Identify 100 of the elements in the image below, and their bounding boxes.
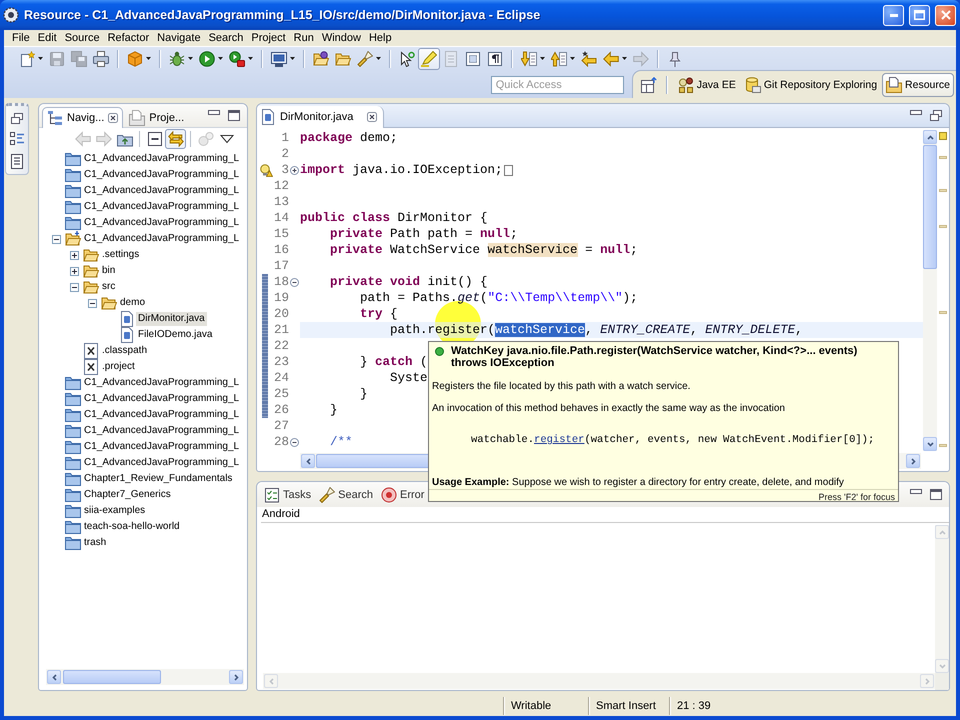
tree-item[interactable]: C1_AdvancedJavaProgramming_L (82, 440, 242, 454)
caret-icon (188, 57, 193, 60)
tree-item[interactable]: Chapter1_Review_Fundamentals (82, 472, 234, 486)
chevron-down-icon (926, 440, 934, 448)
code-line: } (329, 402, 338, 418)
quick-access-field[interactable]: Quick Access (490, 76, 624, 94)
tree-item[interactable]: bin (100, 264, 118, 278)
restore-icon[interactable] (930, 110, 942, 121)
menu-item[interactable]: Project (247, 30, 290, 46)
tree-item[interactable]: demo (118, 296, 148, 310)
view-tab[interactable]: Proje... (124, 107, 190, 128)
tree-item[interactable]: siia-examples (82, 504, 148, 518)
tree-item[interactable]: .settings (100, 248, 142, 262)
menu-item[interactable]: Refactor (104, 30, 154, 46)
code-link[interactable]: register (534, 434, 584, 446)
tree-item[interactable]: C1_AdvancedJavaProgramming_L (82, 376, 242, 390)
scrollbar-thumb[interactable] (923, 145, 937, 269)
expand-icon[interactable] (70, 266, 79, 276)
maximize-icon[interactable] (930, 489, 942, 500)
tree-item[interactable]: C1_AdvancedJavaProgramming_L (82, 184, 242, 198)
close-button[interactable] (935, 4, 956, 26)
database-icon (744, 76, 761, 92)
tree-item[interactable]: C1_AdvancedJavaProgramming_L (82, 392, 242, 406)
tree-item[interactable]: C1_AdvancedJavaProgramming_L (82, 200, 242, 214)
view-tab[interactable]: Navig... (42, 107, 124, 128)
scroll-left-button[interactable] (47, 670, 61, 684)
perspective-button[interactable]: Git Repository Exploring (740, 72, 882, 96)
lightbulb-icon[interactable] (260, 164, 273, 176)
perspective-button[interactable]: Resource (882, 72, 954, 96)
scroll-left-button[interactable] (301, 454, 315, 468)
tooltip-text: Registers the file located by this path with a watch service. (431, 381, 692, 393)
tree-item[interactable]: Chapter7_Generics (82, 488, 173, 502)
tree-item[interactable]: src (100, 280, 118, 294)
line-number: 23 (273, 354, 289, 370)
folder-icon (65, 487, 81, 503)
chevron-left-icon (268, 678, 274, 684)
horizontal-scrollbar[interactable] (46, 669, 244, 685)
editor-tab[interactable]: DirMonitor.java (257, 106, 384, 128)
expand-icon[interactable] (70, 250, 79, 260)
list-icon[interactable] (10, 132, 24, 146)
caret-icon (290, 57, 295, 60)
link-icon (168, 131, 184, 147)
tree-item[interactable]: .project (100, 360, 137, 374)
vertical-scrollbar[interactable] (923, 130, 937, 451)
collapse-icon[interactable] (290, 438, 299, 446)
tree-item[interactable]: DirMonitor.java (136, 312, 207, 326)
tree-item[interactable]: C1_AdvancedJavaProgramming_L (82, 456, 242, 470)
tree-item[interactable]: C1_AdvancedJavaProgramming_L (82, 216, 242, 230)
scrollbar-thumb[interactable] (63, 670, 161, 684)
scroll-right-button[interactable] (906, 454, 920, 468)
menu-item[interactable]: Search (204, 30, 248, 46)
maximize-icon[interactable] (228, 110, 240, 121)
folder-icon (65, 167, 81, 183)
line-number: 22 (273, 338, 289, 354)
menu-item[interactable]: Edit (34, 30, 61, 46)
tree-item[interactable]: C1_AdvancedJavaProgramming_L (82, 408, 242, 422)
collapse-all-icon (146, 131, 162, 147)
minimize-icon[interactable] (910, 110, 922, 116)
collapse-icon[interactable] (70, 282, 79, 292)
collapse-icon[interactable] (290, 278, 299, 286)
tree-item[interactable]: C1_AdvancedJavaProgramming_L (82, 168, 242, 182)
tree-item[interactable]: C1_AdvancedJavaProgramming_L (82, 152, 242, 166)
menu-item[interactable]: Source (60, 30, 104, 46)
menu-item[interactable]: Navigate (153, 30, 205, 46)
expand-icon[interactable] (290, 166, 299, 174)
scroll-up-button[interactable] (923, 130, 937, 144)
menu-item[interactable]: Help (364, 30, 396, 46)
view-tab[interactable]: Error (376, 484, 428, 505)
menu-item[interactable]: File (8, 30, 34, 46)
collapse-icon[interactable] (88, 298, 97, 308)
minimize-icon[interactable] (910, 489, 922, 495)
code-line: /** (329, 434, 353, 450)
menu-item[interactable]: Run (290, 30, 318, 46)
tree-item[interactable]: C1_AdvancedJavaProgramming_L (82, 424, 242, 438)
folder-icon (65, 503, 81, 519)
collapse-icon[interactable] (52, 234, 61, 244)
restore-icon[interactable] (11, 113, 23, 124)
tree-item[interactable]: FileIODemo.java (136, 328, 214, 342)
close-icon[interactable] (367, 112, 378, 122)
chevron-right-icon (232, 674, 240, 680)
menu-item[interactable]: Window (318, 30, 365, 46)
scroll-down-button[interactable] (923, 437, 937, 451)
view-tab[interactable]: Search (315, 484, 377, 505)
line-number: 19 (273, 290, 289, 306)
minimize-icon[interactable] (208, 110, 220, 116)
minimize-button[interactable] (883, 4, 904, 26)
scroll-right-button[interactable] (229, 670, 243, 684)
document-icon[interactable] (11, 154, 23, 169)
maximize-button[interactable] (909, 4, 930, 26)
code-line: } catch ( (359, 354, 428, 370)
tree-item[interactable]: C1_AdvancedJavaProgramming_L (82, 232, 242, 246)
tree-item[interactable]: teach-soa-hello-world (82, 520, 182, 534)
tree-item[interactable]: trash (82, 536, 108, 550)
folder-icon (65, 151, 81, 167)
close-icon[interactable] (108, 113, 118, 123)
back-icon (74, 131, 90, 147)
folded-code-icon[interactable] (504, 164, 513, 176)
perspective-button[interactable]: Java EE (674, 72, 740, 96)
tree-item[interactable]: .classpath (100, 344, 150, 358)
view-tab[interactable]: Tasks (260, 484, 316, 505)
